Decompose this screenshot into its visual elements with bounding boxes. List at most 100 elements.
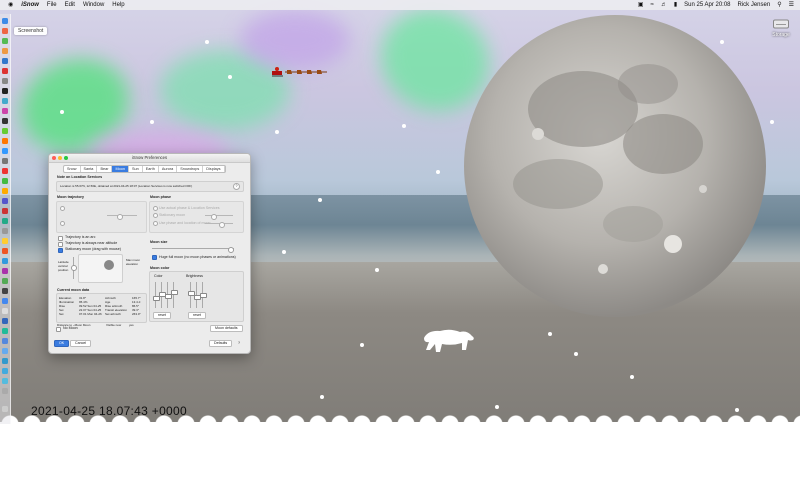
app-icon[interactable] — [2, 128, 8, 134]
app-icon[interactable] — [2, 228, 8, 234]
close-button[interactable] — [52, 156, 56, 160]
ok-button[interactable]: OK — [54, 340, 70, 347]
color-slider-green[interactable] — [159, 282, 166, 308]
trajectory-slider[interactable] — [107, 213, 137, 220]
menubar-clock[interactable]: Sun 25 Apr 20:08 — [684, 0, 730, 10]
trajectory-altitude-checkbox[interactable] — [58, 242, 63, 247]
phase-slider[interactable] — [205, 221, 233, 228]
app-icon[interactable] — [2, 258, 8, 264]
phase-radio[interactable] — [153, 221, 158, 226]
drive-icon[interactable] — [773, 18, 789, 30]
battery-icon[interactable]: ▮ — [674, 0, 677, 10]
app-icon[interactable] — [2, 188, 8, 194]
no-moon-checkbox[interactable] — [56, 327, 61, 332]
app-icon[interactable] — [2, 38, 8, 44]
color-reset-button[interactable]: reset — [153, 312, 171, 319]
apple-menu-icon[interactable]: ◉ — [8, 0, 13, 10]
latitude-slider[interactable] — [71, 257, 77, 279]
app-icon[interactable] — [2, 378, 8, 384]
moon-defaults-button[interactable]: Moon defaults — [210, 325, 243, 332]
moon-size-slider[interactable] — [152, 246, 234, 253]
moon-position-preview[interactable] — [78, 254, 123, 283]
app-icon[interactable] — [2, 148, 8, 154]
volume-icon[interactable]: ♬ — [661, 0, 667, 10]
app-icon[interactable] — [2, 238, 8, 244]
location-help-icon[interactable]: ? — [233, 183, 240, 190]
app-icon[interactable] — [2, 218, 8, 224]
help-button[interactable]: ? — [238, 341, 240, 345]
menu-window[interactable]: Window — [83, 0, 104, 10]
app-icon[interactable] — [2, 78, 8, 84]
app-icon[interactable] — [2, 368, 8, 374]
phase-radio[interactable] — [153, 213, 158, 218]
app-icon[interactable] — [2, 88, 8, 94]
stationary-moon-checkbox[interactable] — [58, 248, 63, 253]
menu-app-name[interactable]: iSnow — [21, 0, 39, 10]
desktop-screenshot-label[interactable]: Screenshot — [14, 27, 48, 35]
app-icon[interactable] — [2, 48, 8, 54]
huge-full-moon-checkbox[interactable] — [152, 255, 157, 260]
app-icon[interactable] — [2, 268, 8, 274]
zoom-button[interactable] — [64, 156, 68, 160]
tab-snow[interactable]: Snow — [64, 166, 81, 172]
cancel-button[interactable]: Cancel — [70, 340, 92, 347]
tab-aurora[interactable]: Aurora — [159, 166, 178, 172]
drive-label[interactable]: Storage — [768, 32, 794, 38]
menu-help[interactable]: Help — [112, 0, 124, 10]
brightness-slider[interactable] — [188, 282, 195, 308]
app-icon[interactable] — [2, 68, 8, 74]
app-icon[interactable] — [2, 308, 8, 314]
app-icon[interactable] — [2, 298, 8, 304]
menu-file[interactable]: File — [47, 0, 57, 10]
finder-icon[interactable] — [2, 18, 8, 24]
phase-slider[interactable] — [205, 213, 233, 220]
app-icon[interactable] — [2, 248, 8, 254]
app-icon[interactable] — [2, 348, 8, 354]
wifi-icon[interactable]: ≈ — [651, 0, 654, 10]
app-icon[interactable] — [2, 28, 8, 34]
trash-icon[interactable] — [2, 406, 8, 412]
color-slider-red[interactable] — [153, 282, 160, 308]
app-icon[interactable] — [2, 118, 8, 124]
color-slider-blue[interactable] — [165, 282, 172, 308]
app-icon[interactable] — [2, 338, 8, 344]
app-icon[interactable] — [2, 138, 8, 144]
app-icon[interactable] — [2, 278, 8, 284]
app-icon[interactable] — [2, 98, 8, 104]
phase-radio[interactable] — [153, 206, 158, 211]
app-icon[interactable] — [2, 158, 8, 164]
defaults-button[interactable]: Defaults — [209, 340, 233, 347]
minimize-button[interactable] — [58, 156, 62, 160]
app-icon[interactable] — [2, 208, 8, 214]
screen-icon[interactable]: ▣ — [638, 0, 644, 10]
tab-bear[interactable]: Bear — [97, 166, 113, 172]
color-slider-alpha[interactable] — [171, 282, 178, 308]
app-icon[interactable] — [2, 328, 8, 334]
brightness-slider[interactable] — [200, 282, 207, 308]
tab-santa[interactable]: Santa — [81, 166, 98, 172]
trajectory-arc-checkbox[interactable] — [58, 236, 63, 241]
brightness-slider[interactable] — [194, 282, 201, 308]
app-icon[interactable] — [2, 318, 8, 324]
trajectory-radio[interactable] — [60, 206, 65, 211]
app-icon[interactable] — [2, 198, 8, 204]
notification-icon[interactable]: ☰ — [789, 0, 794, 10]
app-icon[interactable] — [2, 388, 8, 394]
menu-edit[interactable]: Edit — [65, 0, 75, 10]
app-icon[interactable] — [2, 178, 8, 184]
search-icon[interactable]: ⚲ — [777, 0, 781, 10]
app-icon[interactable] — [2, 58, 8, 64]
app-icon[interactable] — [2, 358, 8, 364]
menubar-user[interactable]: Rick Jensen — [738, 0, 771, 10]
brightness-reset-button[interactable]: reset — [188, 312, 206, 319]
app-icon[interactable] — [2, 108, 8, 114]
tab-sun[interactable]: Sun — [129, 166, 143, 172]
tab-displays[interactable]: Displays — [203, 166, 225, 172]
app-icon[interactable] — [2, 288, 8, 294]
tab-moon[interactable]: Moon — [112, 166, 129, 172]
tab-earth[interactable]: Earth — [143, 166, 159, 172]
window-titlebar[interactable]: iSnow Preferences — [49, 154, 250, 163]
trajectory-radio[interactable] — [60, 221, 65, 226]
app-icon[interactable] — [2, 168, 8, 174]
tab-snowdrops[interactable]: Snowdrops — [177, 166, 204, 172]
